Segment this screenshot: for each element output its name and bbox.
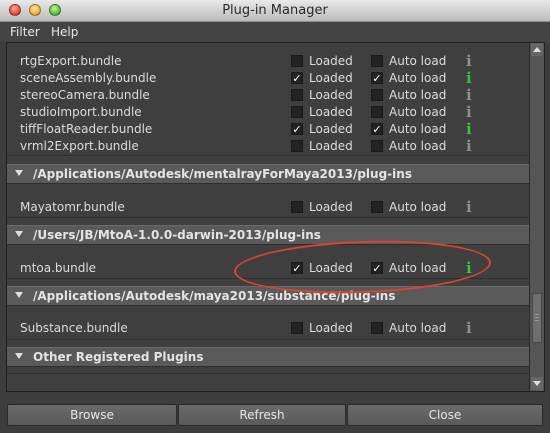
plugin-row: Substance.bundle Loaded Auto load i xyxy=(7,319,529,337)
section-header[interactable]: /Users/JB/MtoA-1.0.0-darwin-2013/plug-in… xyxy=(7,225,529,245)
auto-load-checkbox[interactable]: ✓ xyxy=(371,72,383,84)
plugin-row: studioImport.bundle Loaded Auto load i xyxy=(7,103,529,121)
refresh-button[interactable]: Refresh xyxy=(178,404,346,426)
section-path: /Users/JB/MtoA-1.0.0-darwin-2013/plug-in… xyxy=(33,228,321,242)
loaded-checkbox[interactable] xyxy=(291,55,303,67)
plugin-row: rtgExport.bundle Loaded Auto load i xyxy=(7,52,529,70)
plugin-row: vrml2Export.bundle Loaded Auto load i xyxy=(7,137,529,155)
info-icon[interactable]: i xyxy=(466,259,472,277)
loaded-label: Loaded xyxy=(309,54,353,68)
plugin-name: Substance.bundle xyxy=(20,321,128,335)
loaded-label: Loaded xyxy=(309,105,353,119)
plugin-name: tiffFloatReader.bundle xyxy=(20,122,153,136)
plugin-row: tiffFloatReader.bundle ✓ Loaded ✓ Auto load i xyxy=(7,120,529,138)
section-header[interactable]: Other Registered Plugins xyxy=(7,347,529,367)
plugin-row: stereoCamera.bundle Loaded Auto load i xyxy=(7,86,529,104)
auto-load-label: Auto load xyxy=(389,321,447,335)
section-path: /Applications/Autodesk/maya2013/substanc… xyxy=(33,289,396,303)
loaded-checkbox[interactable] xyxy=(291,201,303,213)
disclosure-triangle-icon[interactable] xyxy=(15,231,23,237)
loaded-label: Loaded xyxy=(309,71,353,85)
menu-help[interactable]: Help xyxy=(51,25,78,39)
disclosure-triangle-icon[interactable] xyxy=(15,353,23,359)
plugin-name: sceneAssembly.bundle xyxy=(20,71,157,85)
auto-load-checkbox[interactable]: ✓ xyxy=(371,123,383,135)
auto-load-checkbox[interactable] xyxy=(371,106,383,118)
info-icon[interactable]: i xyxy=(466,103,472,121)
close-button[interactable]: Close xyxy=(347,404,543,426)
row-separator xyxy=(7,278,529,279)
loaded-checkbox[interactable]: ✓ xyxy=(291,262,303,274)
loaded-checkbox[interactable]: ✓ xyxy=(291,72,303,84)
section-header[interactable]: /Applications/Autodesk/maya2013/substanc… xyxy=(7,286,529,306)
section-path: Other Registered Plugins xyxy=(33,350,204,364)
disclosure-triangle-icon[interactable] xyxy=(15,170,23,176)
loaded-label: Loaded xyxy=(309,321,353,335)
section-header[interactable]: /Applications/Autodesk/mentalrayForMaya2… xyxy=(7,164,529,184)
plugin-list-frame: rtgExport.bundle Loaded Auto load i sceneAss… xyxy=(6,42,545,392)
scroll-down-button[interactable] xyxy=(531,377,543,390)
loaded-checkbox[interactable] xyxy=(291,89,303,101)
arrow-up-icon xyxy=(533,47,541,52)
plugin-row: Mayatomr.bundle Loaded Auto load i xyxy=(7,198,529,216)
auto-load-checkbox[interactable] xyxy=(371,201,383,213)
plugin-list: rtgExport.bundle Loaded Auto load i sceneAss… xyxy=(7,43,529,391)
plugin-name: stereoCamera.bundle xyxy=(20,88,150,102)
auto-load-checkbox[interactable] xyxy=(371,89,383,101)
info-icon[interactable]: i xyxy=(466,86,472,104)
loaded-label: Loaded xyxy=(309,139,353,153)
row-separator xyxy=(7,339,529,340)
plugin-name: mtoa.bundle xyxy=(20,261,97,275)
browse-button[interactable]: Browse xyxy=(7,404,177,426)
auto-load-label: Auto load xyxy=(389,122,447,136)
info-icon[interactable]: i xyxy=(466,69,472,87)
plugin-name: studioImport.bundle xyxy=(20,105,142,119)
auto-load-checkbox[interactable]: ✓ xyxy=(371,262,383,274)
window-title: Plug-in Manager xyxy=(222,3,328,18)
loaded-checkbox[interactable] xyxy=(291,106,303,118)
info-icon[interactable]: i xyxy=(466,198,472,216)
auto-load-label: Auto load xyxy=(389,105,447,119)
loaded-checkbox[interactable]: ✓ xyxy=(291,123,303,135)
loaded-label: Loaded xyxy=(309,122,353,136)
auto-load-label: Auto load xyxy=(389,200,447,214)
info-icon[interactable]: i xyxy=(466,120,472,138)
scroll-up-button[interactable] xyxy=(531,43,543,56)
row-separator xyxy=(7,217,529,218)
auto-load-label: Auto load xyxy=(389,54,447,68)
row-separator xyxy=(7,155,529,156)
plugin-name: Mayatomr.bundle xyxy=(20,200,125,214)
scrollbar-thumb[interactable] xyxy=(532,293,542,343)
plugin-name: vrml2Export.bundle xyxy=(20,139,139,153)
arrow-down-icon xyxy=(533,381,541,386)
menu-filter[interactable]: Filter xyxy=(10,25,40,39)
section-path: /Applications/Autodesk/mentalrayForMaya2… xyxy=(33,167,412,181)
auto-load-label: Auto load xyxy=(389,71,447,85)
auto-load-checkbox[interactable] xyxy=(371,140,383,152)
auto-load-label: Auto load xyxy=(389,261,447,275)
title-bar: Plug-in Manager xyxy=(0,0,550,22)
plugin-name: rtgExport.bundle xyxy=(20,54,122,68)
loaded-label: Loaded xyxy=(309,200,353,214)
info-icon[interactable]: i xyxy=(466,319,472,337)
auto-load-label: Auto load xyxy=(389,139,447,153)
auto-load-label: Auto load xyxy=(389,88,447,102)
auto-load-checkbox[interactable] xyxy=(371,322,383,334)
plugin-row: mtoa.bundle ✓ Loaded ✓ Auto load i xyxy=(7,259,529,277)
plugin-row: sceneAssembly.bundle ✓ Loaded ✓ Auto load i xyxy=(7,69,529,87)
row-separator xyxy=(7,373,529,374)
loaded-checkbox[interactable] xyxy=(291,140,303,152)
loaded-label: Loaded xyxy=(309,88,353,102)
auto-load-checkbox[interactable] xyxy=(371,55,383,67)
vertical-scrollbar[interactable] xyxy=(529,43,544,391)
menu-bar: Filter Help xyxy=(0,22,550,42)
loaded-checkbox[interactable] xyxy=(291,322,303,334)
loaded-label: Loaded xyxy=(309,261,353,275)
disclosure-triangle-icon[interactable] xyxy=(15,292,23,298)
info-icon[interactable]: i xyxy=(466,52,472,70)
info-icon[interactable]: i xyxy=(466,137,472,155)
